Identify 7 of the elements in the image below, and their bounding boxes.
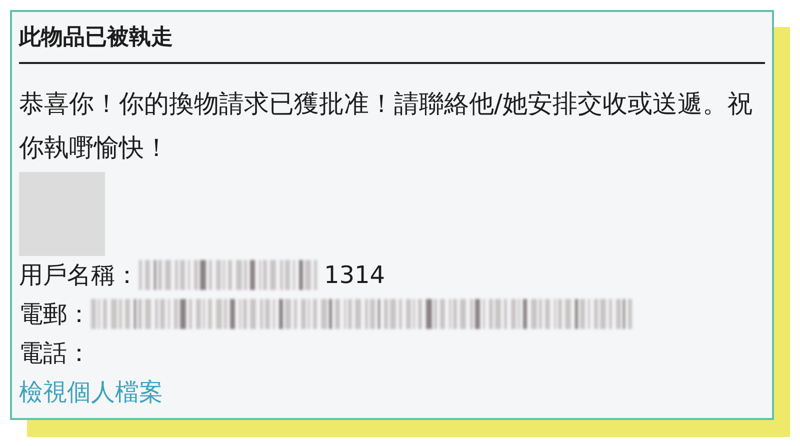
profile-link[interactable]: 檢視個人檔案 xyxy=(19,372,163,412)
message-text: 恭喜你！你的換物請求已獲批准！請聯絡他/她安排交收或送遞。祝你執嘢愉快！ xyxy=(19,88,754,164)
field-value: 1314 xyxy=(324,261,386,290)
field-label: 電話： xyxy=(19,338,91,369)
field-label: 電郵： xyxy=(19,299,91,330)
card-title: 此物品已被執走 xyxy=(19,24,174,52)
field-label: 用戶名稱： xyxy=(19,260,139,292)
